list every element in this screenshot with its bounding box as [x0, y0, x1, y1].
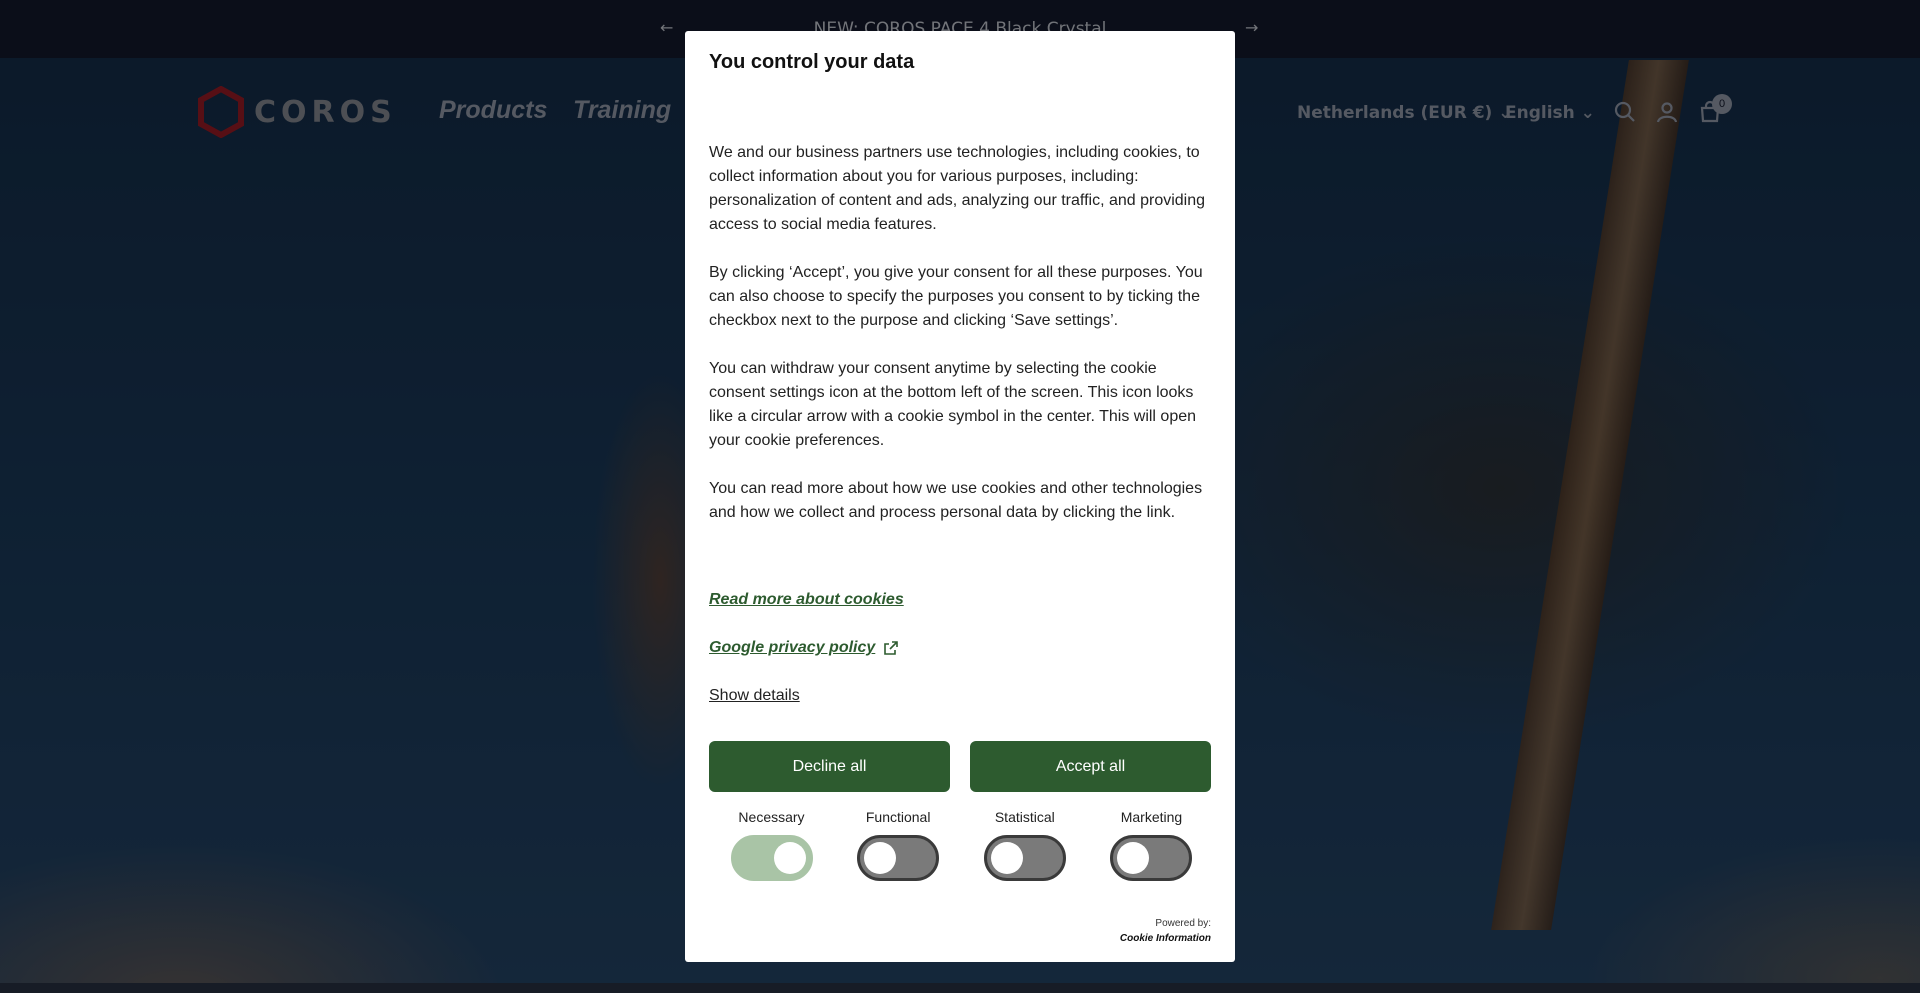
toggle-label: Statistical — [994, 809, 1055, 825]
google-privacy-label: Google privacy policy — [709, 639, 876, 656]
consent-paragraph: We and our business partners use technol… — [709, 144, 1206, 233]
marketing-switch[interactable] — [1110, 835, 1193, 881]
necessary-switch[interactable] — [730, 835, 813, 881]
read-more-cookies-link[interactable]: Read more about cookies — [709, 591, 904, 609]
decline-all-button[interactable]: Decline all — [709, 741, 950, 792]
consent-toggles: Necessary Functional Statistical Marketi… — [709, 809, 1214, 881]
powered-by: Powered by: Cookie Information — [1120, 916, 1211, 946]
consent-paragraph: By clicking ‘Accept’, you give your cons… — [709, 264, 1203, 329]
show-details-link[interactable]: Show details — [709, 687, 800, 705]
switch-knob — [864, 842, 897, 874]
consent-paragraph: You can read more about how we use cooki… — [709, 480, 1203, 521]
switch-knob — [990, 842, 1023, 874]
functional-switch[interactable] — [857, 835, 940, 881]
toggle-functional: Functional — [836, 809, 961, 881]
dialog-title: You control your data — [709, 51, 915, 73]
dialog-body: We and our business partners use technol… — [709, 141, 1214, 549]
powered-by-label: Powered by: — [1155, 918, 1211, 929]
statistical-switch[interactable] — [983, 835, 1066, 881]
powered-by-brand[interactable]: Cookie Information — [1120, 931, 1211, 946]
accept-all-button[interactable]: Accept all — [970, 741, 1211, 792]
external-link-icon — [884, 641, 899, 655]
toggle-statistical: Statistical — [962, 809, 1087, 881]
toggle-label: Necessary — [738, 809, 805, 825]
google-privacy-link[interactable]: Google privacy policy — [709, 639, 899, 657]
switch-knob — [1117, 842, 1150, 874]
toggle-necessary: Necessary — [709, 809, 834, 881]
toggle-label: Marketing — [1120, 809, 1183, 825]
toggle-marketing: Marketing — [1089, 809, 1214, 881]
consent-paragraph: You can withdraw your consent anytime by… — [709, 360, 1197, 449]
switch-knob — [773, 842, 806, 874]
toggle-label: Functional — [865, 809, 931, 825]
cookie-consent-dialog: You control your data We and our busines… — [685, 31, 1235, 962]
